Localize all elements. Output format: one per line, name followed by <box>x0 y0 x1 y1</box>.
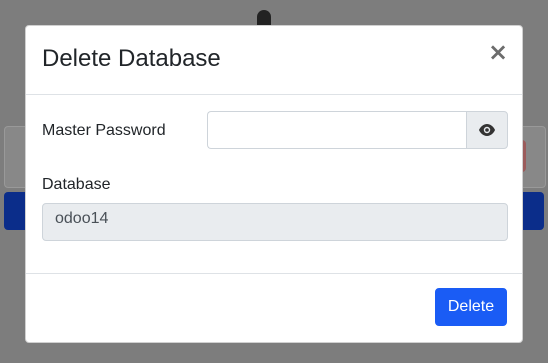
eye-icon <box>479 124 495 136</box>
show-password-button[interactable] <box>466 111 508 149</box>
database-label: Database <box>42 176 111 193</box>
database-field: odoo14 <box>42 203 508 241</box>
delete-button[interactable]: Delete <box>435 288 507 326</box>
modal-header: Delete Database × <box>26 26 522 95</box>
close-button[interactable]: × <box>488 40 508 64</box>
modal-title: Delete Database <box>42 45 221 72</box>
master-password-input[interactable] <box>207 111 467 149</box>
master-password-label: Master Password <box>42 122 166 139</box>
delete-database-dialog: Delete Database × Master Password Databa… <box>25 25 523 343</box>
modal-body: Master Password Database odoo14 <box>26 95 522 274</box>
